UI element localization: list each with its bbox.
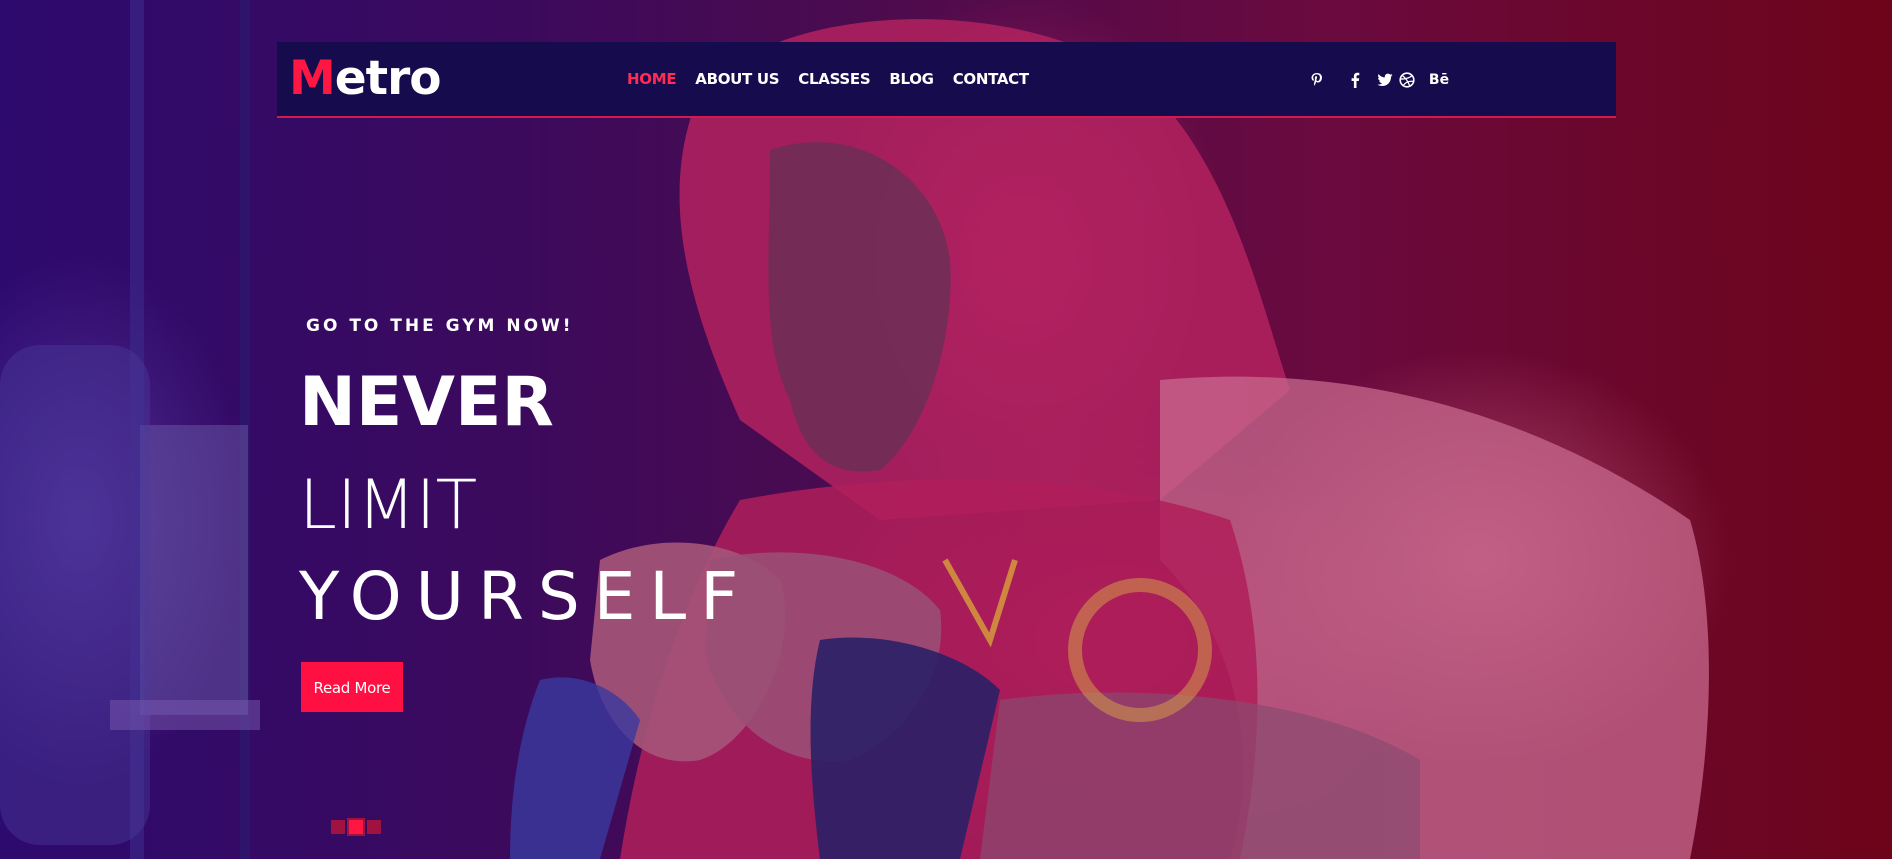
hero-headline-line-2: LIMIT (299, 466, 478, 545)
behance-icon[interactable]: Bē (1429, 70, 1449, 90)
logo-rest: etro (334, 51, 442, 106)
slider-dot-2[interactable] (347, 818, 365, 836)
read-more-button[interactable]: Read More (301, 662, 403, 712)
hero-headline-line-1: NEVER (299, 363, 554, 442)
nav-item-classes[interactable]: CLASSES (798, 70, 870, 88)
main-nav: HOME ABOUT US CLASSES BLOG CONTACT (627, 70, 1048, 88)
hero-headline-line-3: YOURSELF (299, 558, 753, 635)
top-navbar: Metro HOME ABOUT US CLASSES BLOG CONTACT… (277, 42, 1616, 118)
site-logo[interactable]: Metro (289, 51, 442, 107)
pinterest-icon[interactable] (1307, 70, 1327, 90)
nav-item-blog[interactable]: BLOG (889, 70, 934, 88)
slider-dot-3[interactable] (367, 820, 381, 834)
hero-photo (0, 0, 1709, 859)
hero-background (0, 0, 1892, 859)
dribbble-icon[interactable] (1397, 70, 1417, 90)
twitter-icon[interactable] (1375, 70, 1395, 90)
nav-item-contact[interactable]: CONTACT (953, 70, 1029, 88)
nav-item-home[interactable]: HOME (627, 70, 677, 88)
social-links: Bē (1307, 70, 1449, 90)
slider-pagination (331, 818, 381, 836)
facebook-icon[interactable] (1345, 70, 1365, 90)
logo-first-letter: M (289, 51, 336, 106)
hero-kicker: GO TO THE GYM NOW! (306, 316, 574, 336)
nav-item-about-us[interactable]: ABOUT US (695, 70, 779, 88)
slider-dot-1[interactable] (331, 820, 345, 834)
